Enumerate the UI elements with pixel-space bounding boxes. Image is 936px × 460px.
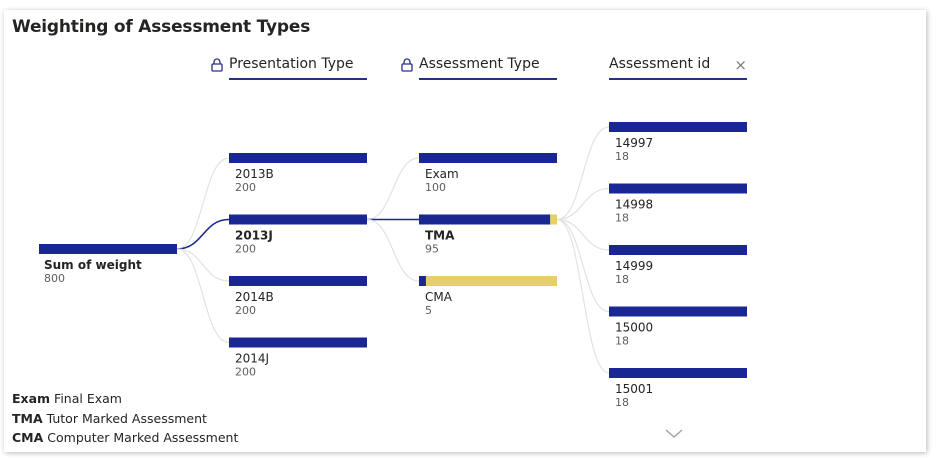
node-value: 100 [425, 181, 446, 194]
bar [229, 153, 367, 163]
column-header-label: Assessment id [609, 56, 711, 72]
bar [419, 214, 551, 225]
tree-node-15000[interactable]: 1500018 [609, 306, 747, 348]
tree-node-tma[interactable]: TMA95 [419, 214, 557, 256]
bar [609, 368, 747, 378]
legend: Exam Final Exam TMA Tutor Marked Assessm… [12, 389, 238, 448]
legend-text: Tutor Marked Assessment [46, 410, 207, 426]
tree-node-14997[interactable]: 1499718 [609, 122, 747, 163]
link [176, 248, 230, 282]
bar [419, 153, 557, 163]
bar [609, 306, 747, 317]
node-label: 14999 [615, 259, 653, 273]
lock-icon [401, 58, 413, 76]
node-value: 18 [615, 150, 629, 163]
bar-remainder [419, 276, 557, 286]
tree-node-2014j[interactable]: 2014J200 [229, 337, 367, 379]
node-label: TMA [425, 229, 455, 243]
bar [609, 122, 747, 132]
node-value: 200 [235, 304, 256, 317]
bar [229, 337, 367, 348]
legend-text: Final Exam [54, 391, 122, 406]
legend-item: CMA Computer Marked Assessment [12, 428, 238, 448]
node-value: 18 [615, 396, 629, 409]
node-value: 5 [425, 304, 432, 317]
tree-node-cma[interactable]: CMA5 [419, 276, 557, 317]
bar [419, 276, 426, 286]
node-value: 200 [235, 243, 256, 256]
node-label: 2013J [235, 229, 273, 243]
link [556, 218, 610, 374]
link [176, 248, 230, 344]
node-value: 95 [425, 243, 439, 256]
column-header-assessment-type[interactable]: Assessment Type [401, 56, 557, 80]
legend-text: Computer Marked Assessment [47, 430, 239, 445]
tree-node-2014b[interactable]: 2014B200 [229, 276, 367, 317]
link [366, 218, 420, 282]
node-value: 18 [615, 212, 629, 225]
node-label: 14998 [615, 198, 653, 212]
legend-abbr: Exam [12, 391, 51, 406]
node-label: CMA [425, 290, 453, 304]
node-label: 2014B [235, 290, 274, 304]
bar [229, 276, 367, 286]
close-icon[interactable]: × [734, 56, 747, 74]
legend-item: TMA Tutor Marked Assessment [12, 409, 238, 429]
legend-abbr: TMA [12, 410, 43, 426]
link [556, 126, 610, 221]
node-label: 2014J [235, 352, 269, 366]
legend-abbr: CMA [12, 430, 44, 445]
tree-node-14998[interactable]: 1499818 [609, 183, 747, 225]
node-value: 800 [44, 272, 65, 285]
root-node[interactable]: Sum of weight800 [39, 244, 177, 285]
lock-icon [211, 58, 223, 76]
node-label: 15000 [615, 321, 653, 335]
bar [39, 244, 177, 254]
node-label: 14997 [615, 136, 653, 150]
active-link [176, 218, 230, 250]
tree-node-2013b[interactable]: 2013B200 [229, 153, 367, 194]
column-header-label: Assessment Type [419, 56, 540, 72]
bar [609, 183, 747, 194]
node-value: 18 [615, 335, 629, 348]
node-label: 2013B [235, 167, 274, 181]
legend-item: Exam Final Exam [12, 389, 238, 409]
node-label: 15001 [615, 382, 653, 396]
column-header-assessment-id[interactable]: Assessment id × [609, 56, 747, 80]
bar [609, 245, 747, 255]
node-label: Sum of weight [44, 258, 142, 272]
tree-nodes: Sum of weight8002013B2002013J2002014B200… [39, 122, 747, 409]
chevron-down-icon[interactable] [665, 424, 683, 443]
column-header-label: Presentation Type [229, 56, 354, 72]
node-value: 18 [615, 273, 629, 286]
column-header-presentation-type[interactable]: Presentation Type [211, 56, 367, 80]
tree-node-14999[interactable]: 1499918 [609, 245, 747, 286]
link [366, 157, 420, 221]
tree-node-15001[interactable]: 1500118 [609, 368, 747, 409]
bar [229, 214, 367, 225]
node-value: 200 [235, 366, 256, 379]
node-label: Exam [425, 167, 459, 181]
link [556, 187, 610, 221]
tree-node-2013j[interactable]: 2013J200 [229, 214, 367, 256]
tree-node-exam[interactable]: Exam100 [419, 153, 557, 194]
node-value: 200 [235, 181, 256, 194]
